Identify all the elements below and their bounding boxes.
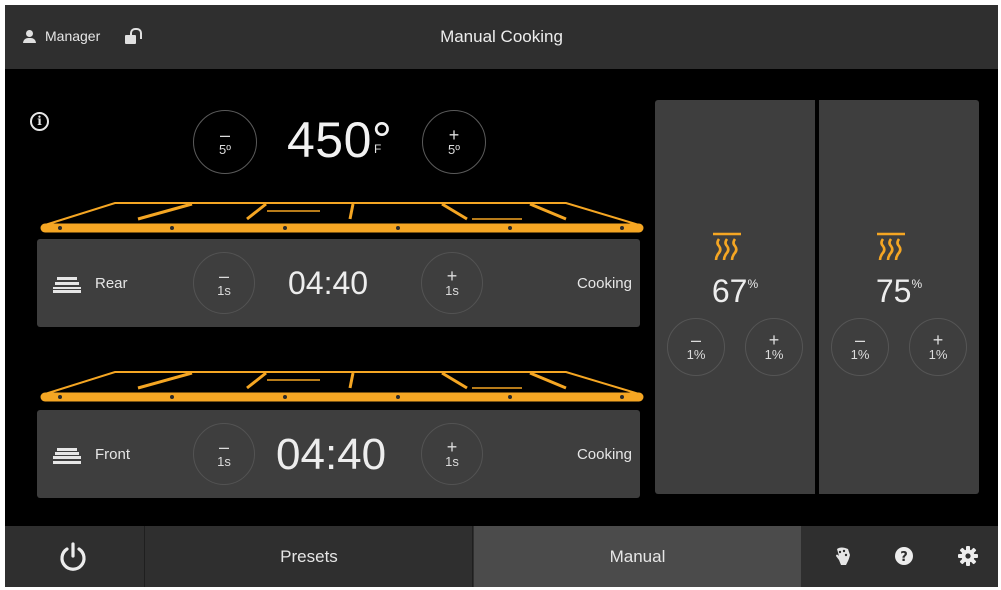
heat-waves-icon xyxy=(713,232,741,261)
power-icon xyxy=(60,542,86,571)
minus-symbol: – xyxy=(218,265,229,286)
decrement-amount: 1% xyxy=(686,346,706,362)
zone-label: Front xyxy=(95,446,131,463)
app-screen: Manager Manual Cooking i – 5º 450° F + 5… xyxy=(5,5,998,587)
help-icon: ? xyxy=(895,547,913,565)
zone-label: Rear xyxy=(95,275,128,292)
minus-symbol: – xyxy=(218,436,229,457)
plus-symbol: + xyxy=(446,265,458,286)
plus-symbol: + xyxy=(446,436,458,457)
clean-button[interactable] xyxy=(816,526,871,587)
power-button[interactable] xyxy=(5,526,145,587)
heater-2-increase-button[interactable]: + 1% xyxy=(909,318,967,376)
increment-amount: 1s xyxy=(445,453,459,469)
tab-manual-label: Manual xyxy=(609,547,666,566)
increment-amount: 1% xyxy=(928,346,948,362)
front-time-decrease-button[interactable]: – 1s xyxy=(193,423,255,485)
rear-zone-status: Cooking xyxy=(576,275,632,292)
temperature-decrease-button[interactable]: – 5º xyxy=(193,110,257,174)
increment-amount: 1% xyxy=(764,346,784,362)
front-zone-status: Cooking xyxy=(576,446,632,463)
tab-presets[interactable]: Presets xyxy=(146,526,473,587)
page-title: Manual Cooking xyxy=(440,27,563,46)
minus-symbol: – xyxy=(854,329,865,350)
heat-waves-icon xyxy=(877,232,905,261)
plus-symbol: + xyxy=(932,329,944,350)
plus-symbol: + xyxy=(448,124,460,145)
heater-1-number: 67 xyxy=(711,273,748,309)
decrement-amount: 1s xyxy=(217,453,231,469)
front-zone-icon xyxy=(53,448,81,464)
clean-hand-icon xyxy=(836,547,850,565)
tab-manual[interactable]: Manual xyxy=(474,526,801,587)
minus-symbol: – xyxy=(219,124,230,145)
temperature-unit: F xyxy=(374,142,382,156)
rear-grill-graphic xyxy=(40,202,644,233)
heater-1-decrease-button[interactable]: – 1% xyxy=(667,318,725,376)
help-button[interactable]: ? xyxy=(877,526,932,587)
info-icon[interactable]: i xyxy=(30,112,49,131)
front-time-increase-button[interactable]: + 1s xyxy=(421,423,483,485)
settings-button[interactable] xyxy=(941,526,996,587)
decrement-amount: 1s xyxy=(217,282,231,298)
heater-1-value: 67% xyxy=(655,273,815,310)
temperature-value: 450° xyxy=(287,112,393,168)
svg-text:?: ? xyxy=(900,550,908,565)
header-bar: Manager Manual Cooking xyxy=(5,5,998,69)
decrement-amount: 1% xyxy=(850,346,870,362)
front-zone-time: 04:40 xyxy=(276,430,387,479)
heater-panel-1: 67% – 1% + 1% xyxy=(655,100,815,494)
heater-2-decrease-button[interactable]: – 1% xyxy=(831,318,889,376)
rear-zone-icon xyxy=(53,277,81,293)
heater-1-increase-button[interactable]: + 1% xyxy=(745,318,803,376)
rear-zone-time: 04:40 xyxy=(288,265,369,301)
decrement-amount: 5º xyxy=(219,141,231,157)
increment-amount: 5º xyxy=(448,141,460,157)
footer-bar: Presets Manual ? xyxy=(5,526,998,587)
minus-symbol: – xyxy=(690,329,701,350)
rear-time-decrease-button[interactable]: – 1s xyxy=(193,252,255,314)
plus-symbol: + xyxy=(768,329,780,350)
front-grill-graphic xyxy=(40,371,644,402)
heater-1-unit: % xyxy=(747,277,759,291)
heater-2-number: 75 xyxy=(875,273,912,309)
heater-2-unit: % xyxy=(911,277,923,291)
gear-icon xyxy=(958,546,978,566)
front-zone-panel: Front – 1s 04:40 + 1s Cooking xyxy=(37,410,640,498)
heater-2-value: 75% xyxy=(819,273,979,310)
rear-time-increase-button[interactable]: + 1s xyxy=(421,252,483,314)
tab-presets-label: Presets xyxy=(280,547,338,566)
heater-panel-2: 75% – 1% + 1% xyxy=(819,100,979,494)
temperature-increase-button[interactable]: + 5º xyxy=(422,110,486,174)
rear-zone-panel: Rear – 1s 04:40 + 1s Cooking xyxy=(37,239,640,327)
increment-amount: 1s xyxy=(445,282,459,298)
